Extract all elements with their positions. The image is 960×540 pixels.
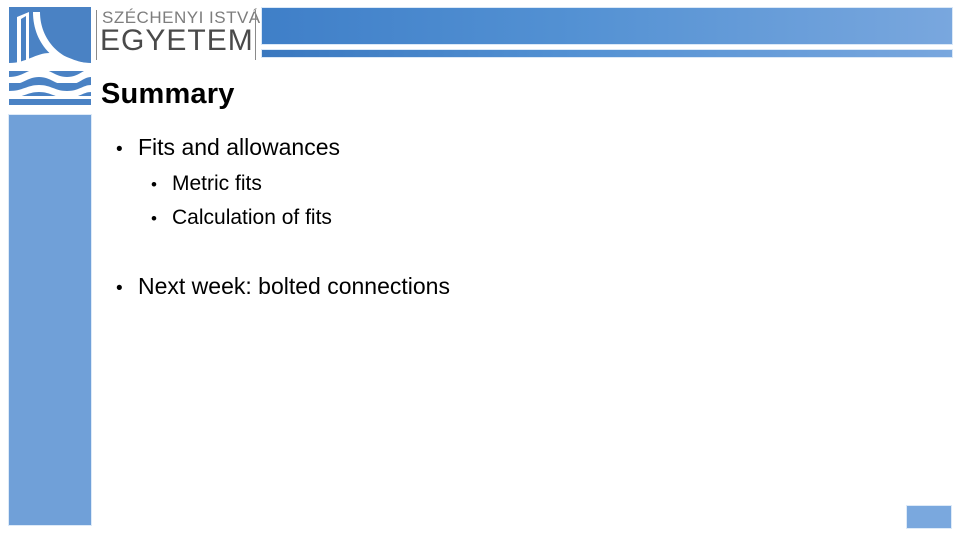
bullet-text: Calculation of fits <box>172 206 332 229</box>
header-accent-bar <box>262 8 952 44</box>
bullet-marker-icon: • <box>116 139 123 160</box>
presentation-slide: SZÉCHENYI ISTVÁN EGYETEM Summary • Fits … <box>0 0 960 540</box>
bullet-text: Metric fits <box>172 172 262 195</box>
wordmark-divider-left <box>96 10 97 60</box>
corner-accent-block <box>907 506 951 528</box>
slide-body: • Fits and allowances • Metric fits • Ca… <box>101 130 921 306</box>
bullet-item: • Fits and allowances <box>101 130 921 167</box>
bullet-text: Fits and allowances <box>138 134 340 160</box>
bullet-item: • Metric fits <box>101 167 921 201</box>
bullet-marker-icon: • <box>151 209 157 228</box>
bullet-text: Next week: bolted connections <box>138 273 450 299</box>
bullet-spacer <box>101 235 921 269</box>
left-accent-column <box>9 115 91 525</box>
header-accent-bar-thin <box>262 50 952 57</box>
bullet-item: • Next week: bolted connections <box>101 269 921 306</box>
bullet-marker-icon: • <box>151 175 157 194</box>
slide-title: Summary <box>101 78 235 110</box>
bullet-marker-icon: • <box>116 278 123 299</box>
bullet-item: • Calculation of fits <box>101 201 921 235</box>
wordmark-line-2: EGYETEM <box>100 24 254 57</box>
university-wordmark: SZÉCHENYI ISTVÁN EGYETEM <box>96 6 273 60</box>
szechenyi-bridge-emblem-icon <box>9 7 91 105</box>
wordmark-divider-right <box>255 10 256 60</box>
